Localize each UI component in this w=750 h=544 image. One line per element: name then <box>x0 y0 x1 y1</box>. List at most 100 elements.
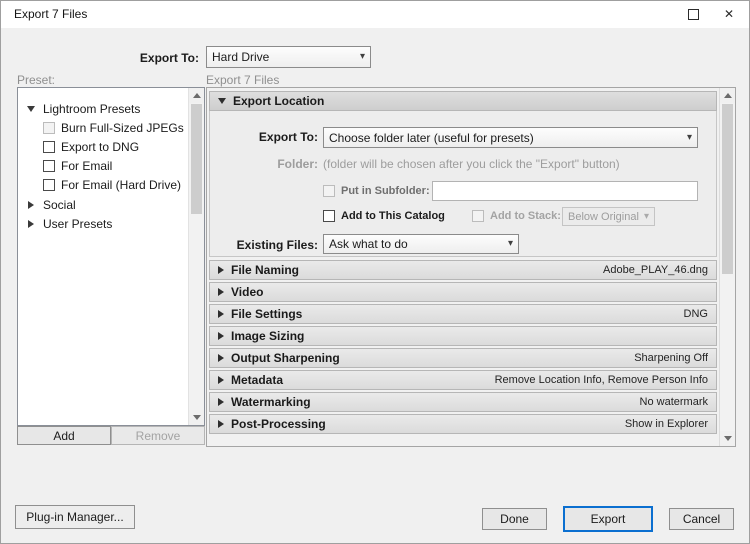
subfolder-input[interactable] <box>432 181 698 201</box>
tree-group-social[interactable]: Social <box>18 196 188 214</box>
tree-item-label: For Email <box>61 159 112 173</box>
title-bar: Export 7 Files ✕ <box>1 1 749 28</box>
close-button[interactable]: ✕ <box>711 1 747 27</box>
add-button-label: Add <box>53 429 74 443</box>
put-in-subfolder-checkbox[interactable] <box>323 185 335 197</box>
triangle-down-icon <box>27 106 35 112</box>
window-title: Export 7 Files <box>14 7 87 21</box>
existing-files-value: Ask what to do <box>329 237 504 251</box>
scrollbar-thumb[interactable] <box>191 104 202 214</box>
export-button-label: Export <box>591 512 626 526</box>
section-output-sharpening[interactable]: Output Sharpening Sharpening Off <box>209 348 717 368</box>
preset-label: Preset: <box>17 73 55 87</box>
add-to-catalog-checkbox[interactable] <box>323 210 335 222</box>
triangle-right-icon <box>218 310 224 318</box>
section-title: Export Location <box>233 94 324 108</box>
stack-position-value: Below Original <box>568 211 640 223</box>
section-summary: DNG <box>684 308 708 320</box>
section-title: File Settings <box>231 307 302 321</box>
triangle-right-icon <box>218 398 224 406</box>
add-button[interactable]: Add <box>17 426 111 445</box>
remove-button-label: Remove <box>136 429 181 443</box>
add-to-stack-checkbox[interactable] <box>472 210 484 222</box>
checkbox-burn-full-sized-jpegs[interactable] <box>43 122 55 134</box>
section-post-processing[interactable]: Post-Processing Show in Explorer <box>209 414 717 434</box>
chevron-down-icon: ▾ <box>644 212 649 222</box>
export-location-folder-value: Choose folder later (useful for presets) <box>329 131 683 145</box>
existing-files-select[interactable]: Ask what to do ▾ <box>323 234 519 254</box>
triangle-right-icon <box>218 376 224 384</box>
section-file-naming[interactable]: File Naming Adobe_PLAY_46.dng <box>209 260 717 280</box>
settings-scrollbar[interactable] <box>719 88 735 446</box>
section-title: File Naming <box>231 263 299 277</box>
triangle-right-icon <box>218 420 224 428</box>
chevron-down-icon: ▾ <box>360 52 365 62</box>
put-in-subfolder-label: Put in Subfolder: <box>341 185 430 197</box>
triangle-down-icon <box>218 98 226 104</box>
section-summary: Show in Explorer <box>625 418 708 430</box>
export-location-body: Export To: Choose folder later (useful f… <box>209 111 717 257</box>
checkbox-for-email-hard-drive[interactable] <box>43 179 55 191</box>
scroll-down-icon <box>724 436 732 441</box>
plugin-manager-label: Plug-in Manager... <box>26 510 123 524</box>
triangle-right-icon <box>28 201 34 209</box>
add-to-stack-label: Add to Stack: <box>490 210 561 222</box>
scroll-up-icon <box>193 93 201 98</box>
checkbox-for-email[interactable] <box>43 160 55 172</box>
section-video[interactable]: Video <box>209 282 717 302</box>
panel-header-label: Export 7 Files <box>206 73 279 87</box>
chevron-down-icon: ▾ <box>508 239 513 249</box>
plugin-manager-button[interactable]: Plug-in Manager... <box>15 505 135 529</box>
settings-panel: Export Location Export To: Choose folder… <box>206 87 736 447</box>
cancel-button[interactable]: Cancel <box>669 508 734 530</box>
folder-note: (folder will be chosen after you click t… <box>323 157 620 171</box>
done-button-label: Done <box>500 512 529 526</box>
scrollbar-thumb[interactable] <box>722 104 733 274</box>
section-metadata[interactable]: Metadata Remove Location Info, Remove Pe… <box>209 370 717 390</box>
section-image-sizing[interactable]: Image Sizing <box>209 326 717 346</box>
section-file-settings[interactable]: File Settings DNG <box>209 304 717 324</box>
tree-item-for-email[interactable]: For Email <box>18 157 188 175</box>
section-export-location[interactable]: Export Location <box>209 91 717 111</box>
section-title: Metadata <box>231 373 283 387</box>
preset-tree: Lightroom Presets Burn Full-Sized JPEGs … <box>17 87 205 426</box>
export-button[interactable]: Export <box>563 506 653 532</box>
scroll-down-button[interactable] <box>720 431 735 446</box>
tree-group-label: Social <box>43 198 76 212</box>
scroll-down-icon <box>193 415 201 420</box>
export-to-top-value: Hard Drive <box>212 50 356 64</box>
triangle-right-icon <box>28 220 34 228</box>
tree-group-user-presets[interactable]: User Presets <box>18 215 188 233</box>
export-to-top-select[interactable]: Hard Drive ▾ <box>206 46 371 68</box>
checkbox-export-to-dng[interactable] <box>43 141 55 153</box>
remove-button[interactable]: Remove <box>111 426 205 445</box>
export-to-top-label: Export To: <box>61 51 199 65</box>
tree-group-label: Lightroom Presets <box>43 102 140 116</box>
section-summary: Remove Location Info, Remove Person Info <box>495 374 708 386</box>
tree-item-for-email-hard-drive[interactable]: For Email (Hard Drive) <box>18 176 188 194</box>
tree-item-export-to-dng[interactable]: Export to DNG <box>18 138 188 156</box>
scroll-up-button[interactable] <box>189 88 204 103</box>
scroll-up-button[interactable] <box>720 88 735 103</box>
section-title: Watermarking <box>231 395 311 409</box>
done-button[interactable]: Done <box>482 508 547 530</box>
section-title: Output Sharpening <box>231 351 340 365</box>
tree-group-lightroom-presets[interactable]: Lightroom Presets <box>18 100 188 118</box>
triangle-right-icon <box>218 332 224 340</box>
tree-group-label: User Presets <box>43 217 112 231</box>
maximize-button[interactable] <box>675 1 711 27</box>
scroll-down-button[interactable] <box>189 410 204 425</box>
section-summary: Adobe_PLAY_46.dng <box>603 264 708 276</box>
preset-scrollbar[interactable] <box>188 88 204 425</box>
stack-position-select[interactable]: Below Original ▾ <box>562 207 655 226</box>
tree-item-label: Export to DNG <box>61 140 139 154</box>
export-location-export-to-label: Export To: <box>210 130 318 144</box>
tree-item-burn-full-sized-jpegs[interactable]: Burn Full-Sized JPEGs <box>18 119 188 137</box>
scroll-up-icon <box>724 93 732 98</box>
triangle-right-icon <box>218 266 224 274</box>
existing-files-label: Existing Files: <box>210 238 318 252</box>
cancel-button-label: Cancel <box>683 512 720 526</box>
export-location-folder-select[interactable]: Choose folder later (useful for presets)… <box>323 127 698 148</box>
maximize-icon <box>688 9 699 20</box>
section-watermarking[interactable]: Watermarking No watermark <box>209 392 717 412</box>
